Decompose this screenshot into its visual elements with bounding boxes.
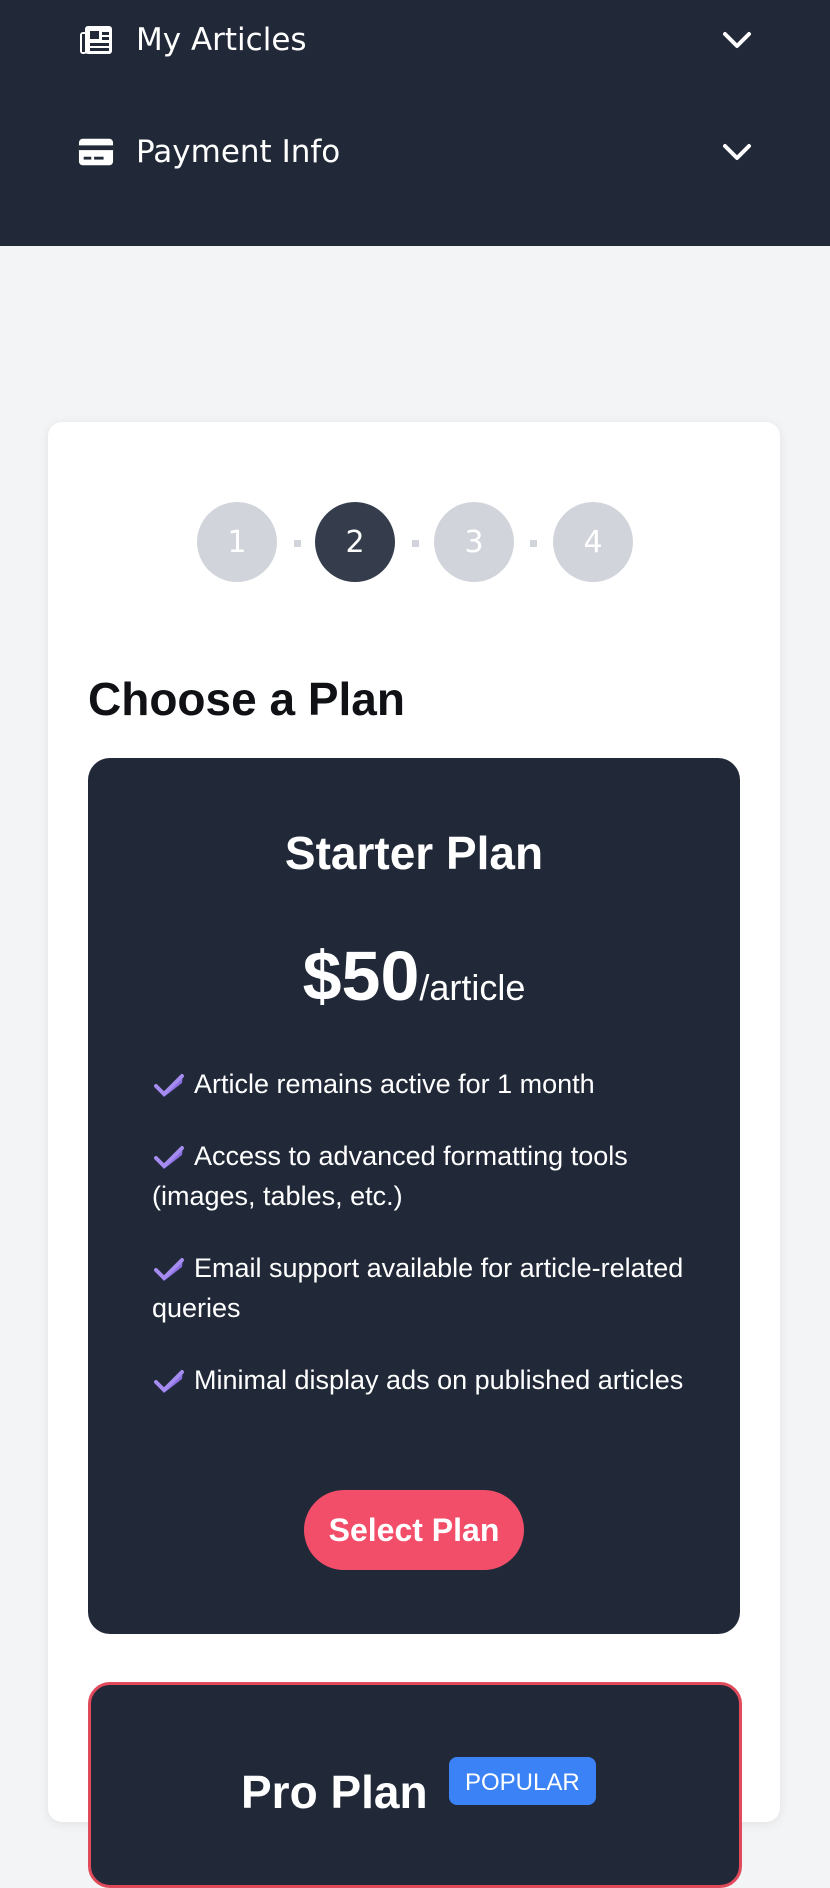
nav-item-label: Payment Info: [136, 133, 341, 170]
stepper: 1 2 3 4: [197, 502, 633, 582]
feature-item: Access to advanced formatting tools (ima…: [152, 1136, 692, 1216]
check-icon: [154, 1370, 184, 1393]
feature-text: Access to advanced formatting tools (ima…: [152, 1141, 628, 1211]
step-2[interactable]: 2: [315, 502, 395, 582]
nav-item-my-articles[interactable]: My Articles: [78, 10, 752, 70]
plan-price: $50/article: [88, 936, 740, 1016]
check-icon: [154, 1074, 184, 1097]
feature-list: Article remains active for 1 month Acces…: [152, 1064, 692, 1432]
nav-item-payment-info[interactable]: Payment Info: [78, 122, 752, 182]
popular-badge: POPULAR: [449, 1757, 596, 1805]
price-amount: $50: [302, 937, 420, 1015]
feature-item: Article remains active for 1 month: [152, 1064, 692, 1104]
step-3[interactable]: 3: [434, 502, 514, 582]
plan-card-pro: Pro Plan POPULAR: [88, 1682, 742, 1888]
feature-text: Email support available for article-rela…: [152, 1253, 684, 1323]
step-separator: [530, 540, 537, 547]
plan-card-starter: Starter Plan $50/article Article remains…: [88, 758, 740, 1634]
chevron-down-icon[interactable]: [722, 26, 752, 54]
newspaper-icon: [78, 22, 114, 58]
credit-card-icon: [78, 134, 114, 170]
check-icon: [154, 1146, 184, 1169]
plan-wizard-card: 1 2 3 4 Choose a Plan Starter Plan $50/a…: [48, 422, 780, 1888]
plan-name: Starter Plan: [284, 827, 544, 879]
feature-item: Minimal display ads on published article…: [152, 1360, 692, 1400]
check-icon: [154, 1258, 184, 1281]
step-1[interactable]: 1: [197, 502, 277, 582]
select-plan-button[interactable]: Select Plan: [304, 1490, 524, 1570]
plan-name: Pro Plan: [241, 1766, 428, 1818]
step-separator: [412, 540, 419, 547]
page-title: Choose a Plan: [88, 673, 405, 725]
top-nav: My Articles Payment Info: [0, 0, 830, 246]
chevron-down-icon[interactable]: [722, 138, 752, 166]
price-unit: /article: [419, 967, 526, 1008]
feature-text: Minimal display ads on published article…: [194, 1365, 684, 1395]
step-separator: [294, 540, 301, 547]
nav-item-label: My Articles: [136, 21, 307, 58]
feature-item: Email support available for article-rela…: [152, 1248, 692, 1328]
feature-text: Article remains active for 1 month: [194, 1069, 595, 1099]
step-4[interactable]: 4: [553, 502, 633, 582]
